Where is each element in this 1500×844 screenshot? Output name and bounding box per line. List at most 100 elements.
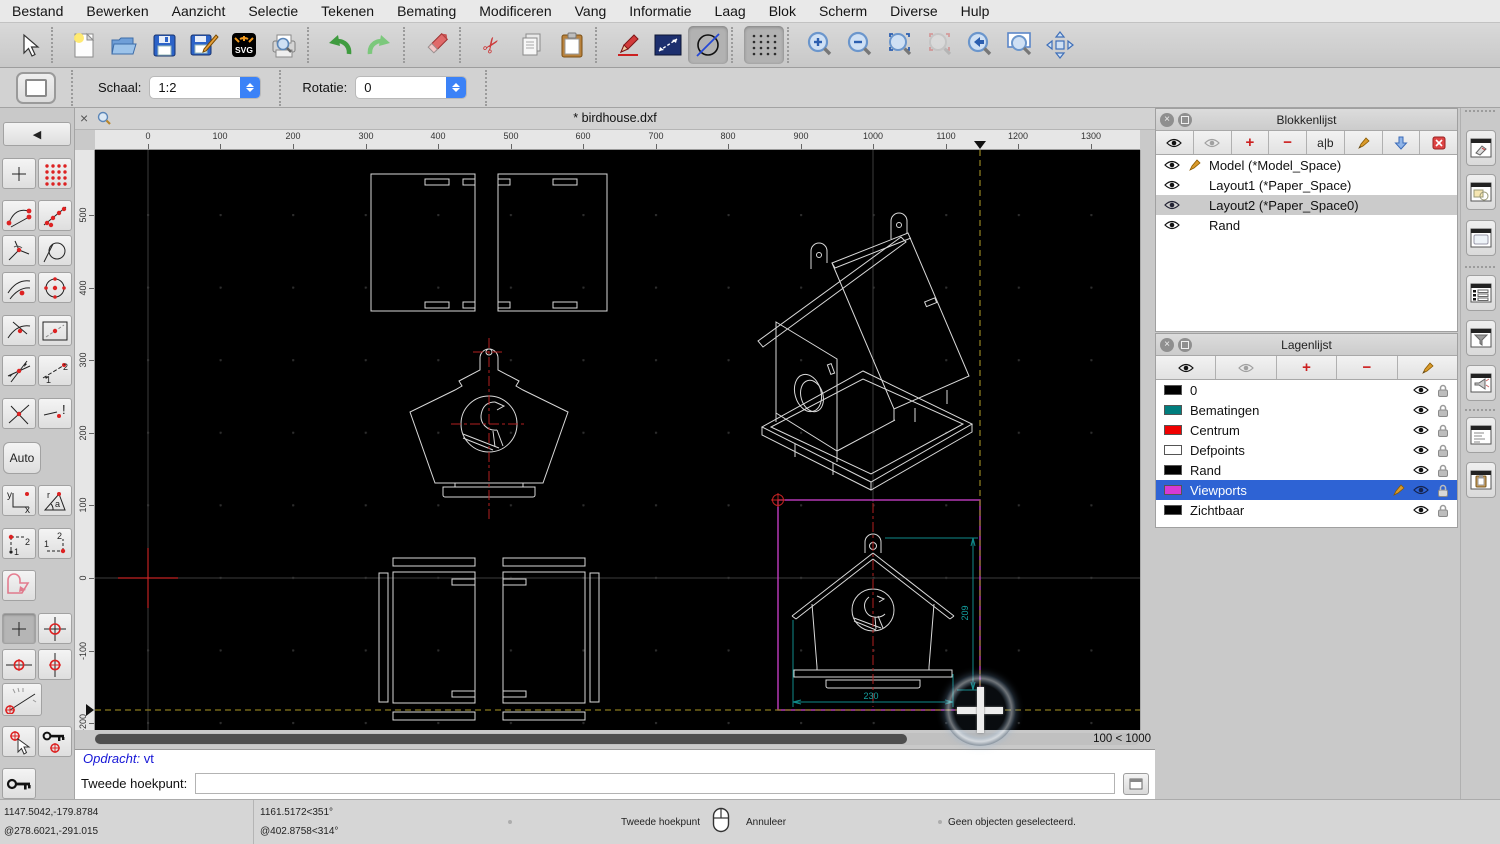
zoom-in-button[interactable] xyxy=(800,26,840,64)
draw-circle-2-points-button[interactable] xyxy=(688,26,728,64)
restrict-horizontal-button[interactable] xyxy=(2,649,36,680)
scale-select[interactable]: 1:2 xyxy=(149,76,262,99)
layer-row-viewports[interactable]: Viewports xyxy=(1156,480,1457,500)
viewport-mode-button[interactable] xyxy=(16,71,56,104)
command-line-toggle-button[interactable] xyxy=(1466,417,1496,453)
zoom-previous-button[interactable] xyxy=(920,26,960,64)
angle-tool-button[interactable] xyxy=(2,683,42,716)
menu-scherm[interactable]: Scherm xyxy=(819,3,867,19)
print-preview-button[interactable] xyxy=(264,26,304,64)
block-list-toggle-button[interactable] xyxy=(1466,130,1496,166)
snap-on-entity-button[interactable] xyxy=(38,200,72,231)
zoom-out-button[interactable] xyxy=(840,26,880,64)
zoom-back-button[interactable] xyxy=(960,26,1000,64)
draw-selection-button[interactable] xyxy=(2,570,36,601)
hide-all-blocks-button[interactable] xyxy=(1194,131,1232,154)
pencil-icon[interactable] xyxy=(1392,483,1405,497)
set-relative-zero-button[interactable] xyxy=(2,726,36,757)
snap-free-button[interactable] xyxy=(2,158,36,189)
draw-pen-button[interactable] xyxy=(608,26,648,64)
menu-bemating[interactable]: Bemating xyxy=(397,3,456,19)
lock-icon[interactable] xyxy=(1437,484,1449,497)
clipboard-panel-toggle-button[interactable] xyxy=(1466,462,1496,498)
save-button[interactable] xyxy=(144,26,184,64)
select-button[interactable] xyxy=(8,26,48,64)
restrict-info-button[interactable]: ! xyxy=(38,398,72,429)
coordinate-cartesian-button[interactable]: yx xyxy=(2,485,36,516)
lock-icon[interactable] xyxy=(1437,424,1449,437)
back-button[interactable]: ◀ xyxy=(3,122,71,146)
command-widget-toggle-button[interactable] xyxy=(1466,365,1496,401)
cut-button[interactable]: ✂ xyxy=(472,26,512,64)
layer-row-0[interactable]: 0 xyxy=(1156,380,1457,400)
menu-informatie[interactable]: Informatie xyxy=(629,3,691,19)
insert-block-button[interactable] xyxy=(1383,131,1421,154)
eye-icon[interactable] xyxy=(1413,485,1429,495)
layer-row-defpoints[interactable]: Defpoints xyxy=(1156,440,1457,460)
edit-block-button[interactable] xyxy=(1345,131,1383,154)
svg-export-button[interactable]: SVG xyxy=(224,26,264,64)
snap-grid-button[interactable] xyxy=(38,158,72,189)
save-as-button[interactable] xyxy=(184,26,224,64)
vertical-scrollbar-track[interactable] xyxy=(1140,150,1155,730)
copy-button[interactable] xyxy=(512,26,552,64)
lock-icon[interactable] xyxy=(1437,384,1449,397)
absolute-point-button[interactable]: 12 xyxy=(38,528,72,559)
snap-middle-button[interactable] xyxy=(2,272,36,303)
show-all-blocks-button[interactable] xyxy=(1156,131,1194,154)
snap-intersection-button[interactable] xyxy=(2,355,36,386)
eye-icon[interactable] xyxy=(1413,405,1429,415)
coordinate-polar-button[interactable]: ra xyxy=(38,485,72,516)
restrict-nothing-button[interactable] xyxy=(2,398,36,429)
rename-block-button[interactable]: a|b xyxy=(1307,131,1345,154)
unlock-relative-zero-button[interactable] xyxy=(2,768,36,799)
snap-nearest-button[interactable] xyxy=(2,315,36,346)
delete-block-button[interactable] xyxy=(1420,131,1457,154)
remove-block-button[interactable]: − xyxy=(1269,131,1307,154)
menu-vang[interactable]: Vang xyxy=(575,3,607,19)
horizontal-scrollbar-thumb[interactable] xyxy=(95,734,907,744)
library-browser-toggle-button[interactable] xyxy=(1466,220,1496,256)
eye-icon[interactable] xyxy=(1413,425,1429,435)
zoom-window-button[interactable] xyxy=(1000,26,1040,64)
layer-row-bematingen[interactable]: Bematingen xyxy=(1156,400,1457,420)
eye-icon[interactable] xyxy=(1413,505,1429,515)
snap-center-button[interactable] xyxy=(38,272,72,303)
eye-icon[interactable] xyxy=(1413,465,1429,475)
snap-distance-button[interactable] xyxy=(38,315,72,346)
block-row-rand[interactable]: Rand xyxy=(1156,215,1457,235)
layer-row-centrum[interactable]: Centrum xyxy=(1156,420,1457,440)
delete-eraser-button[interactable] xyxy=(416,26,456,64)
dock-drag-handle[interactable] xyxy=(1465,110,1495,112)
snap-intersection-manual-button[interactable]: 12 xyxy=(38,355,72,386)
menu-laag[interactable]: Laag xyxy=(715,3,746,19)
menu-hulp[interactable]: Hulp xyxy=(961,3,990,19)
menu-selectie[interactable]: Selectie xyxy=(248,3,298,19)
entity-panel-toggle-button[interactable] xyxy=(1466,174,1496,210)
edit-layer-button[interactable] xyxy=(1398,356,1457,379)
snap-auto-button[interactable]: Auto xyxy=(3,442,41,474)
remove-layer-button[interactable]: − xyxy=(1337,356,1398,379)
new-document-button[interactable] xyxy=(64,26,104,64)
drawing-canvas[interactable]: 209 230 xyxy=(95,150,1140,730)
menu-bewerken[interactable]: Bewerken xyxy=(86,3,148,19)
menu-aanzicht[interactable]: Aanzicht xyxy=(172,3,226,19)
zoom-auto-button[interactable] xyxy=(880,26,920,64)
snap-tangent-button[interactable] xyxy=(38,235,72,266)
menu-diverse[interactable]: Diverse xyxy=(890,3,937,19)
lock-icon[interactable] xyxy=(1437,404,1449,417)
lock-icon[interactable] xyxy=(1437,464,1449,477)
block-row-layout1[interactable]: Layout1 (*Paper_Space) xyxy=(1156,175,1457,195)
lock-icon[interactable] xyxy=(1437,444,1449,457)
add-layer-button[interactable]: + xyxy=(1277,356,1338,379)
zoom-pan-button[interactable] xyxy=(1040,26,1080,64)
paste-button[interactable] xyxy=(552,26,592,64)
snap-endpoints-button[interactable] xyxy=(2,200,36,231)
command-detach-button[interactable] xyxy=(1123,772,1149,795)
snap-perpendicular-button[interactable] xyxy=(2,235,36,266)
block-row-layout2[interactable]: Layout2 (*Paper_Space0) xyxy=(1156,195,1457,215)
layer-row-zichtbaar[interactable]: Zichtbaar xyxy=(1156,500,1457,520)
layer-filter-toggle-button[interactable] xyxy=(1466,320,1496,356)
undo-button[interactable] xyxy=(320,26,360,64)
menu-bestand[interactable]: Bestand xyxy=(12,3,63,19)
